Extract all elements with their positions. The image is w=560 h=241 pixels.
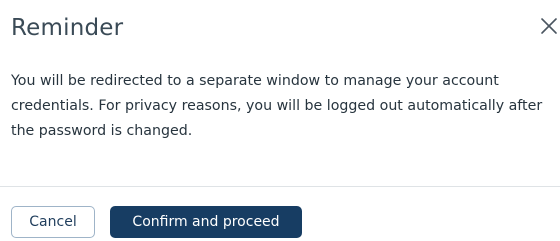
close-button[interactable] bbox=[537, 14, 560, 38]
dialog-title: Reminder bbox=[11, 15, 124, 41]
dialog-message: You will be redirected to a separate win… bbox=[11, 73, 543, 139]
footer-divider bbox=[0, 186, 560, 187]
reminder-dialog: Reminder You will be redirected to a sep… bbox=[0, 0, 560, 241]
confirm-and-proceed-button[interactable]: Confirm and proceed bbox=[110, 206, 302, 238]
cancel-button[interactable]: Cancel bbox=[11, 206, 95, 238]
close-icon bbox=[537, 14, 560, 38]
